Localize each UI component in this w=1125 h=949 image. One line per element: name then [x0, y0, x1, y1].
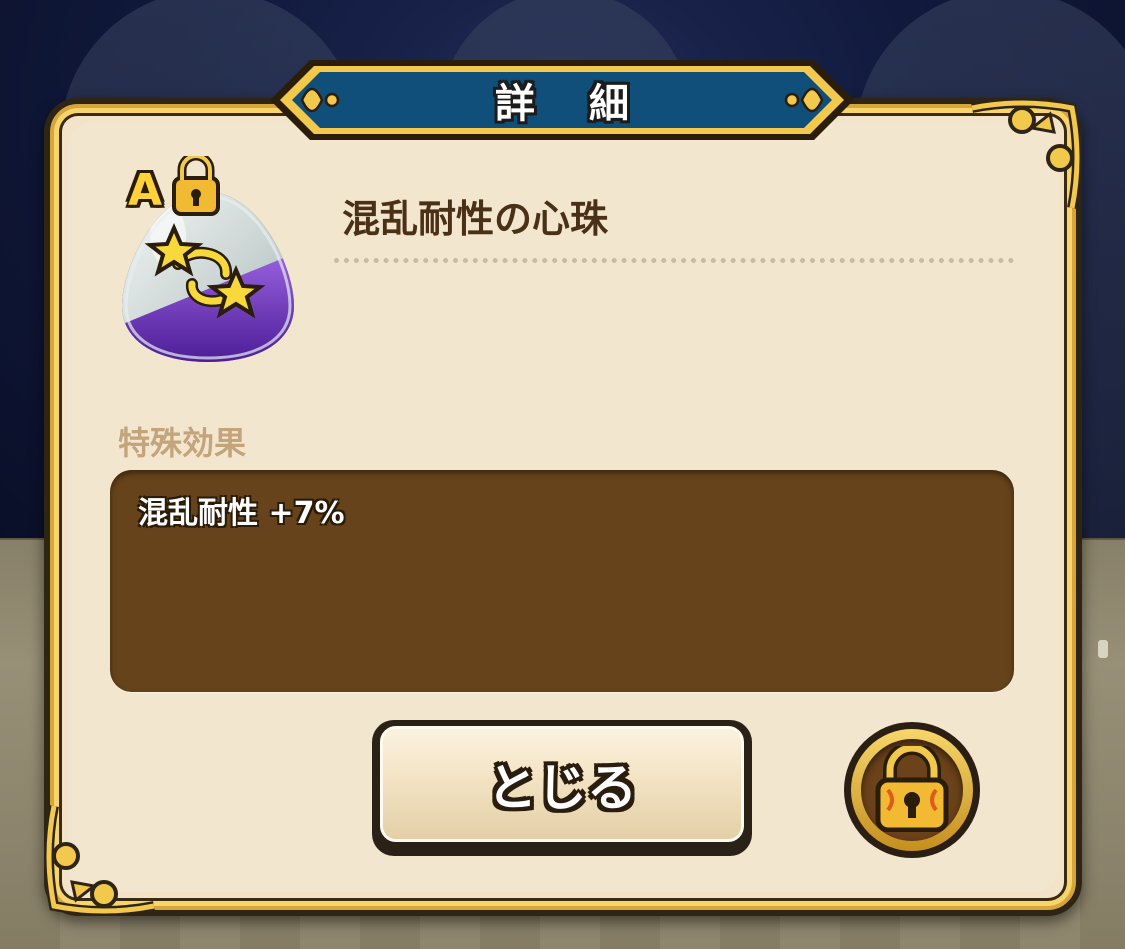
- dialog-title: 詳細: [495, 81, 683, 127]
- close-button[interactable]: とじる: [372, 720, 752, 856]
- effect-line: 混乱耐性 +7%: [138, 496, 345, 531]
- ornament-corner-icon: [971, 98, 1082, 209]
- title-banner: 詳細: [240, 56, 884, 144]
- close-button-label: とじる: [487, 759, 637, 817]
- rank-badge: A: [128, 165, 163, 216]
- divider: [334, 258, 1014, 263]
- ornament-corner-icon: [44, 805, 155, 916]
- close-button-face[interactable]: とじる: [380, 726, 744, 842]
- lock-icon: [172, 156, 220, 216]
- background-detail: [1098, 640, 1108, 658]
- lock-toggle-button[interactable]: [844, 722, 980, 858]
- item-name: 混乱耐性の心珠: [342, 197, 609, 241]
- lock-icon: [875, 746, 949, 832]
- effects-section-label: 特殊効果: [118, 424, 247, 462]
